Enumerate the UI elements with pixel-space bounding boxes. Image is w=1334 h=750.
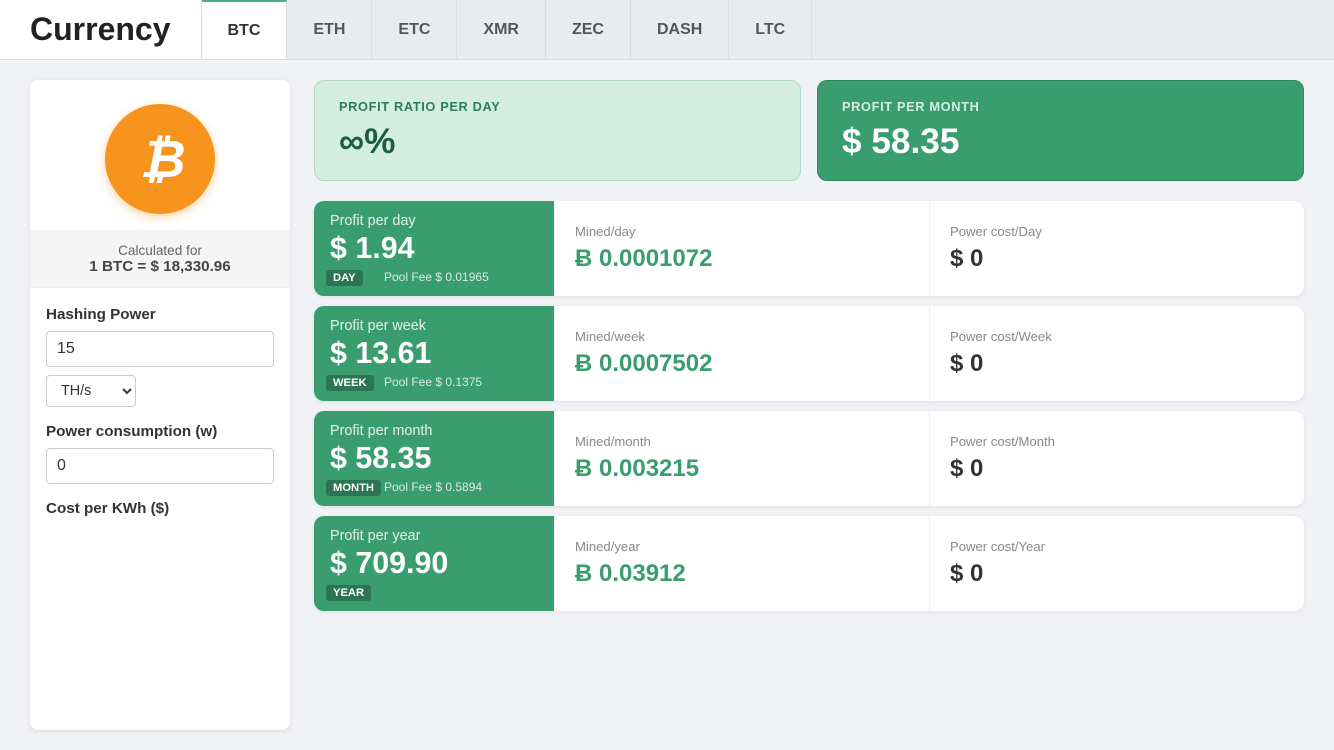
row-fee-week: Pool Fee $ 0.1375 xyxy=(384,375,482,389)
left-panel: ₿ Calculated for 1 BTC = $ 18,330.96 Has… xyxy=(30,80,290,730)
nav-tab-xmr[interactable]: XMR xyxy=(457,0,546,59)
calculated-for-label: Calculated for xyxy=(42,243,278,258)
bitcoin-logo: ₿ xyxy=(105,104,215,214)
btc-price: 1 BTC = $ 18,330.96 xyxy=(42,258,278,275)
brand-logo: Currency xyxy=(0,0,202,59)
row-amount-week: $ 13.61 xyxy=(330,336,538,371)
row-left-day: Profit per day $ 1.94 Day Pool Fee $ 0.0… xyxy=(314,201,554,296)
row-mined-value-week: Ƀ 0.0007502 xyxy=(575,350,909,378)
row-power-label-year: Power cost/Year xyxy=(950,539,1284,554)
row-power-cell-week: Power cost/Week $ 0 xyxy=(929,306,1304,401)
summary-card-profit_ratio: PROFIT RATIO PER DAY ∞% xyxy=(314,80,801,181)
row-mined-label-month: Mined/month xyxy=(575,434,909,449)
currency-tabs: BTCETHETCXMRZECDASHLTC xyxy=(202,0,1334,59)
row-fee-day: Pool Fee $ 0.01965 xyxy=(384,270,489,284)
summary-card-profit_month: PROFIT PER MONTH $ 58.35 xyxy=(817,80,1304,181)
nav-tab-dash[interactable]: DASH xyxy=(631,0,729,59)
nav-tab-ltc[interactable]: LTC xyxy=(729,0,812,59)
row-power-value-week: $ 0 xyxy=(950,350,1284,378)
row-power-cell-year: Power cost/Year $ 0 xyxy=(929,516,1304,611)
summary-cards: PROFIT RATIO PER DAY ∞% PROFIT PER MONTH… xyxy=(314,80,1304,181)
power-consumption-input[interactable] xyxy=(46,448,274,484)
row-amount-day: $ 1.94 xyxy=(330,231,538,266)
row-mined-label-year: Mined/year xyxy=(575,539,909,554)
row-power-cell-day: Power cost/Day $ 0 xyxy=(929,201,1304,296)
data-rows: Profit per day $ 1.94 Day Pool Fee $ 0.0… xyxy=(314,201,1304,611)
power-consumption-label: Power consumption (w) xyxy=(46,423,274,440)
hashing-power-input[interactable] xyxy=(46,331,274,367)
row-period-month: Month xyxy=(326,480,381,496)
row-power-cell-month: Power cost/Month $ 0 xyxy=(929,411,1304,506)
row-title-year: Profit per year xyxy=(330,528,538,544)
svg-text:₿: ₿ xyxy=(140,131,186,189)
row-mined-label-week: Mined/week xyxy=(575,329,909,344)
data-row-day: Profit per day $ 1.94 Day Pool Fee $ 0.0… xyxy=(314,201,1304,296)
row-power-label-day: Power cost/Day xyxy=(950,224,1284,239)
right-panel: PROFIT RATIO PER DAY ∞% PROFIT PER MONTH… xyxy=(314,80,1304,730)
row-mined-value-year: Ƀ 0.03912 xyxy=(575,560,909,588)
summary-card-value-profit_month: $ 58.35 xyxy=(842,122,1279,162)
row-power-value-day: $ 0 xyxy=(950,245,1284,273)
nav-tab-etc[interactable]: ETC xyxy=(372,0,457,59)
row-amount-month: $ 58.35 xyxy=(330,441,538,476)
nav-tab-btc[interactable]: BTC xyxy=(202,0,288,59)
nav-tab-zec[interactable]: ZEC xyxy=(546,0,631,59)
row-power-value-month: $ 0 xyxy=(950,455,1284,483)
hashing-power-group: Hashing Power TH/s GH/s MH/s xyxy=(46,306,274,407)
row-period-week: Week xyxy=(326,375,374,391)
row-power-value-year: $ 0 xyxy=(950,560,1284,588)
row-mined-cell-month: Mined/month Ƀ 0.003215 xyxy=(554,411,929,506)
row-left-month: Profit per month $ 58.35 Month Pool Fee … xyxy=(314,411,554,506)
hashing-power-label: Hashing Power xyxy=(46,306,274,323)
data-row-month: Profit per month $ 58.35 Month Pool Fee … xyxy=(314,411,1304,506)
summary-card-label-profit_ratio: PROFIT RATIO PER DAY xyxy=(339,99,776,114)
row-left-week: Profit per week $ 13.61 Week Pool Fee $ … xyxy=(314,306,554,401)
brand-title: Currency xyxy=(30,11,171,48)
row-period-day: Day xyxy=(326,270,363,286)
row-mined-cell-day: Mined/day Ƀ 0.0001072 xyxy=(554,201,929,296)
summary-card-value-profit_ratio: ∞% xyxy=(339,122,776,162)
inputs-section: Hashing Power TH/s GH/s MH/s Power consu… xyxy=(30,288,290,551)
coin-logo-section: ₿ xyxy=(30,80,290,231)
row-mined-value-day: Ƀ 0.0001072 xyxy=(575,245,909,273)
nav-tab-eth[interactable]: ETH xyxy=(287,0,372,59)
row-mined-value-month: Ƀ 0.003215 xyxy=(575,455,909,483)
calculated-section: Calculated for 1 BTC = $ 18,330.96 xyxy=(30,231,290,288)
row-left-year: Profit per year $ 709.90 Year xyxy=(314,516,554,611)
row-mined-cell-week: Mined/week Ƀ 0.0007502 xyxy=(554,306,929,401)
cost-per-kwh-label: Cost per KWh ($) xyxy=(46,500,274,517)
row-title-week: Profit per week xyxy=(330,318,538,334)
row-title-month: Profit per month xyxy=(330,423,538,439)
data-row-week: Profit per week $ 13.61 Week Pool Fee $ … xyxy=(314,306,1304,401)
row-fee-month: Pool Fee $ 0.5894 xyxy=(384,480,482,494)
row-power-label-week: Power cost/Week xyxy=(950,329,1284,344)
row-mined-cell-year: Mined/year Ƀ 0.03912 xyxy=(554,516,929,611)
top-nav: Currency BTCETHETCXMRZECDASHLTC xyxy=(0,0,1334,60)
main-container: ₿ Calculated for 1 BTC = $ 18,330.96 Has… xyxy=(0,60,1334,750)
summary-card-label-profit_month: PROFIT PER MONTH xyxy=(842,99,1279,114)
data-row-year: Profit per year $ 709.90 Year Mined/year… xyxy=(314,516,1304,611)
cost-per-kwh-group: Cost per KWh ($) xyxy=(46,500,274,517)
row-power-label-month: Power cost/Month xyxy=(950,434,1284,449)
row-mined-label-day: Mined/day xyxy=(575,224,909,239)
power-consumption-group: Power consumption (w) xyxy=(46,423,274,484)
unit-select[interactable]: TH/s GH/s MH/s xyxy=(46,375,136,407)
row-amount-year: $ 709.90 xyxy=(330,546,538,581)
row-period-year: Year xyxy=(326,585,371,601)
row-title-day: Profit per day xyxy=(330,213,538,229)
